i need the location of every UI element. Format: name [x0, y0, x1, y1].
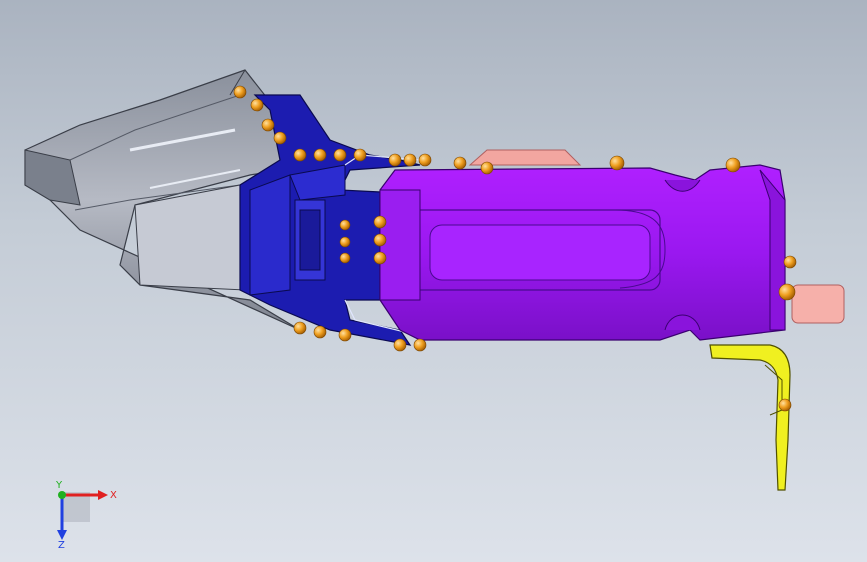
x-axis-label: X: [110, 490, 117, 501]
yellow-clip-part[interactable]: [709, 344, 791, 491]
y-axis-icon: [58, 491, 66, 499]
model-canvas[interactable]: [0, 0, 867, 562]
3d-viewport[interactable]: X Y Z: [0, 0, 867, 562]
z-axis-label: Z: [58, 540, 65, 550]
purple-bracket-part[interactable]: [379, 164, 786, 341]
coordinate-triad: X Y Z: [40, 470, 130, 550]
y-axis-label: Y: [55, 480, 63, 491]
